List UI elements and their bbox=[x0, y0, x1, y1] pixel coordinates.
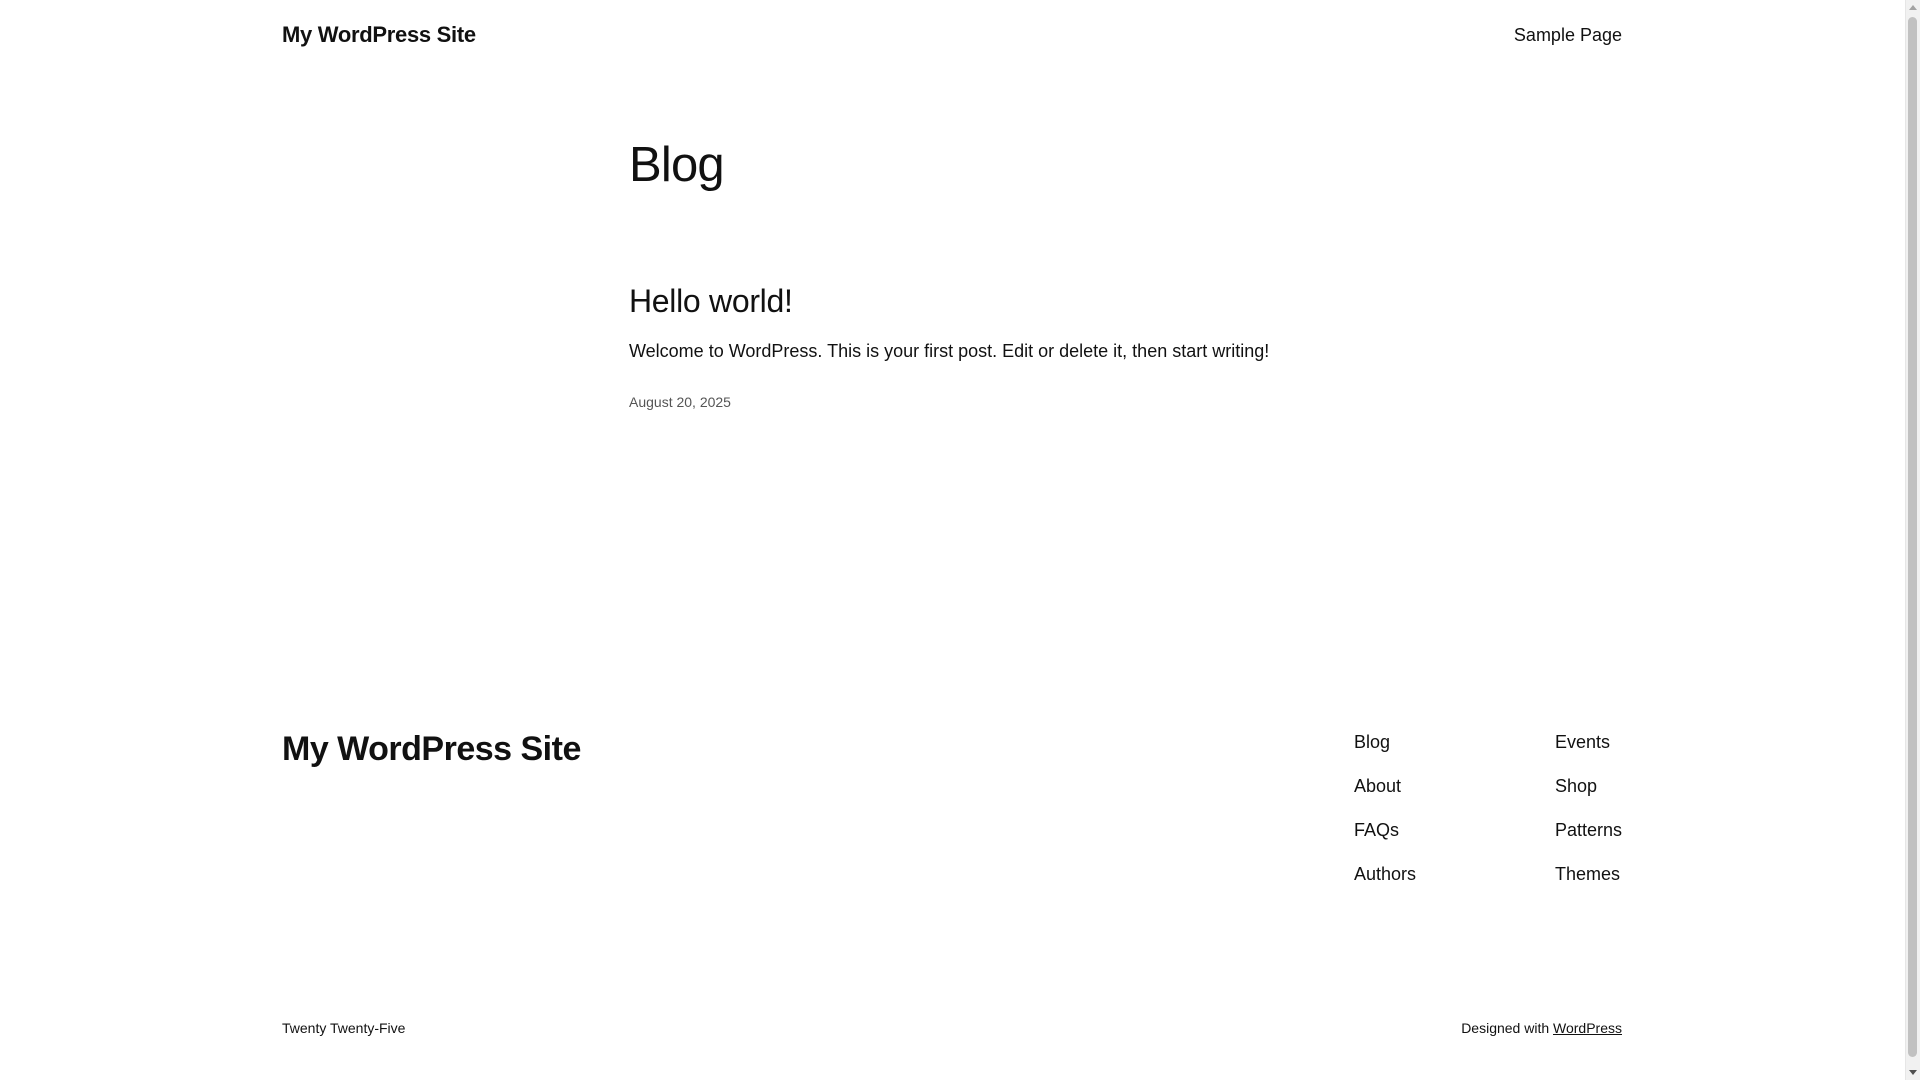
theme-name: Twenty Twenty-Five bbox=[282, 1020, 406, 1036]
footer-site-title[interactable]: My WordPress Site bbox=[282, 728, 581, 770]
site-title[interactable]: My WordPress Site bbox=[282, 20, 476, 50]
page-title: Blog bbox=[629, 138, 725, 192]
footer-link-blog[interactable]: Blog bbox=[1354, 729, 1416, 755]
post-date[interactable]: August 20, 2025 bbox=[629, 392, 731, 412]
footer-link-events[interactable]: Events bbox=[1555, 729, 1622, 755]
post-title[interactable]: Hello world! bbox=[629, 280, 793, 322]
post-excerpt: Welcome to WordPress. This is your first… bbox=[629, 341, 1270, 361]
footer-link-authors[interactable]: Authors bbox=[1354, 861, 1416, 887]
footer-nav-column-2: Events Shop Patterns Themes bbox=[1555, 729, 1622, 905]
nav-item-sample-page[interactable]: Sample Page bbox=[1514, 22, 1622, 48]
footer-credit-prefix: Designed with bbox=[1461, 1020, 1554, 1036]
footer-link-faqs[interactable]: FAQs bbox=[1354, 817, 1416, 843]
footer-link-about[interactable]: About bbox=[1354, 773, 1416, 799]
scroll-up-arrow-icon[interactable] bbox=[1909, 5, 1917, 10]
page: My WordPress Site Sample Page Blog Hello… bbox=[0, 0, 1905, 1080]
vertical-scrollbar[interactable] bbox=[1905, 0, 1920, 1080]
scroll-down-arrow-icon[interactable] bbox=[1909, 1070, 1917, 1075]
footer-link-themes[interactable]: Themes bbox=[1555, 861, 1622, 887]
scrollbar-thumb[interactable] bbox=[1908, 17, 1917, 1057]
footer-link-shop[interactable]: Shop bbox=[1555, 773, 1622, 799]
footer-nav-column-1: Blog About FAQs Authors bbox=[1354, 729, 1416, 905]
footer-link-patterns[interactable]: Patterns bbox=[1555, 817, 1622, 843]
wordpress-link[interactable]: WordPress bbox=[1553, 1020, 1622, 1036]
footer-credit: Designed with WordPress bbox=[1461, 1018, 1622, 1038]
